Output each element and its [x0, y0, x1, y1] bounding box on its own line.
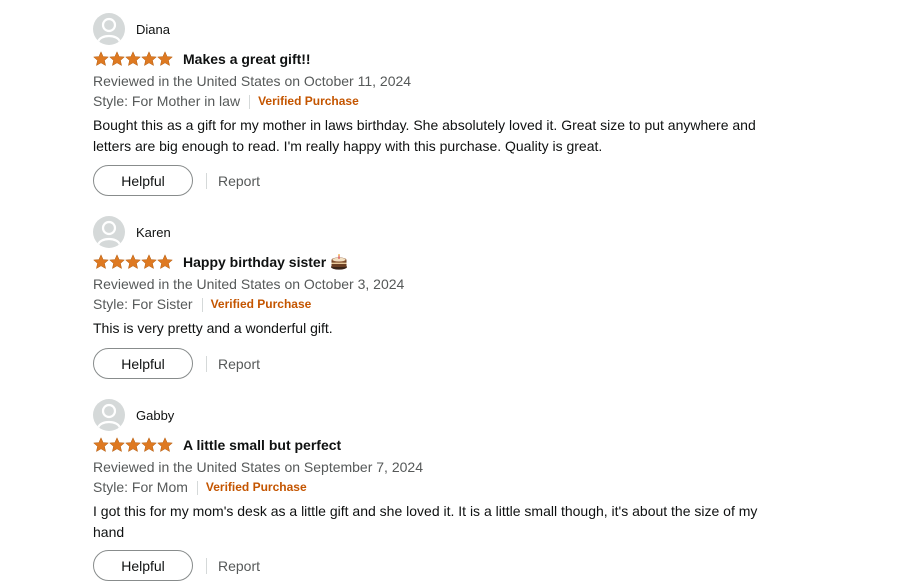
- star-rating[interactable]: [93, 51, 173, 67]
- star-icon: [125, 437, 141, 453]
- verified-purchase-badge[interactable]: Verified Purchase: [211, 294, 312, 315]
- helpful-button[interactable]: Helpful: [93, 550, 193, 581]
- divider: [206, 172, 207, 189]
- avatar: [93, 216, 125, 248]
- divider: [196, 480, 198, 495]
- star-icon: [125, 254, 141, 270]
- star-icon: [93, 437, 109, 453]
- divider: [206, 355, 207, 372]
- star-icon: [157, 437, 173, 453]
- default-avatar-icon: [96, 220, 122, 246]
- divider: [249, 94, 251, 109]
- style-link[interactable]: Style: For Mother in law: [93, 91, 240, 112]
- star-icon: [157, 254, 173, 270]
- star-icon: [141, 437, 157, 453]
- avatar: [93, 13, 125, 45]
- review-title[interactable]: Makes a great gift!!: [183, 51, 311, 67]
- helpful-button[interactable]: Helpful: [93, 348, 193, 379]
- avatar: [93, 399, 125, 431]
- star-icon: [109, 254, 125, 270]
- review-card: Gabby A little small but perfect Reviewe…: [93, 399, 793, 581]
- verified-purchase-badge[interactable]: Verified Purchase: [258, 91, 359, 112]
- reviewer-name: Gabby: [136, 407, 175, 423]
- review-body: This is very pretty and a wonderful gift…: [93, 320, 333, 336]
- default-avatar-icon: [96, 17, 122, 43]
- review-title[interactable]: Happy birthday sister: [183, 254, 348, 270]
- report-link[interactable]: Report: [218, 356, 260, 372]
- review-title[interactable]: A little small but perfect: [183, 437, 341, 453]
- divider: [206, 557, 207, 574]
- default-avatar-icon: [96, 403, 122, 429]
- star-icon: [157, 51, 173, 67]
- reviewer-name: Karen: [136, 224, 171, 240]
- star-icon: [93, 51, 109, 67]
- reviewer-profile[interactable]: Karen: [93, 216, 793, 248]
- review-date: Reviewed in the United States on Septemb…: [93, 459, 423, 475]
- star-rating[interactable]: [93, 437, 173, 453]
- star-icon: [141, 254, 157, 270]
- style-link[interactable]: Style: For Sister: [93, 294, 193, 315]
- cake-icon: [330, 254, 348, 270]
- report-link[interactable]: Report: [218, 173, 260, 189]
- review-card: Karen Happy birthday sister Reviewed in …: [93, 216, 793, 379]
- star-icon: [109, 437, 125, 453]
- divider: [201, 297, 203, 312]
- star-icon: [109, 51, 125, 67]
- star-icon: [141, 51, 157, 67]
- star-rating[interactable]: [93, 254, 173, 270]
- star-icon: [93, 254, 109, 270]
- reviewer-profile[interactable]: Gabby: [93, 399, 793, 431]
- reviewer-profile[interactable]: Diana: [93, 13, 793, 45]
- review-body: Bought this as a gift for my mother in l…: [93, 117, 756, 154]
- report-link[interactable]: Report: [218, 558, 260, 574]
- star-icon: [125, 51, 141, 67]
- helpful-button[interactable]: Helpful: [93, 165, 193, 196]
- review-card: Diana Makes a great gift!! Reviewed in t…: [93, 13, 793, 196]
- verified-purchase-badge[interactable]: Verified Purchase: [206, 477, 307, 498]
- review-date: Reviewed in the United States on October…: [93, 276, 405, 292]
- style-link[interactable]: Style: For Mom: [93, 477, 188, 498]
- reviewer-name: Diana: [136, 21, 170, 37]
- review-body: I got this for my mom's desk as a little…: [93, 503, 758, 540]
- review-date: Reviewed in the United States on October…: [93, 73, 412, 89]
